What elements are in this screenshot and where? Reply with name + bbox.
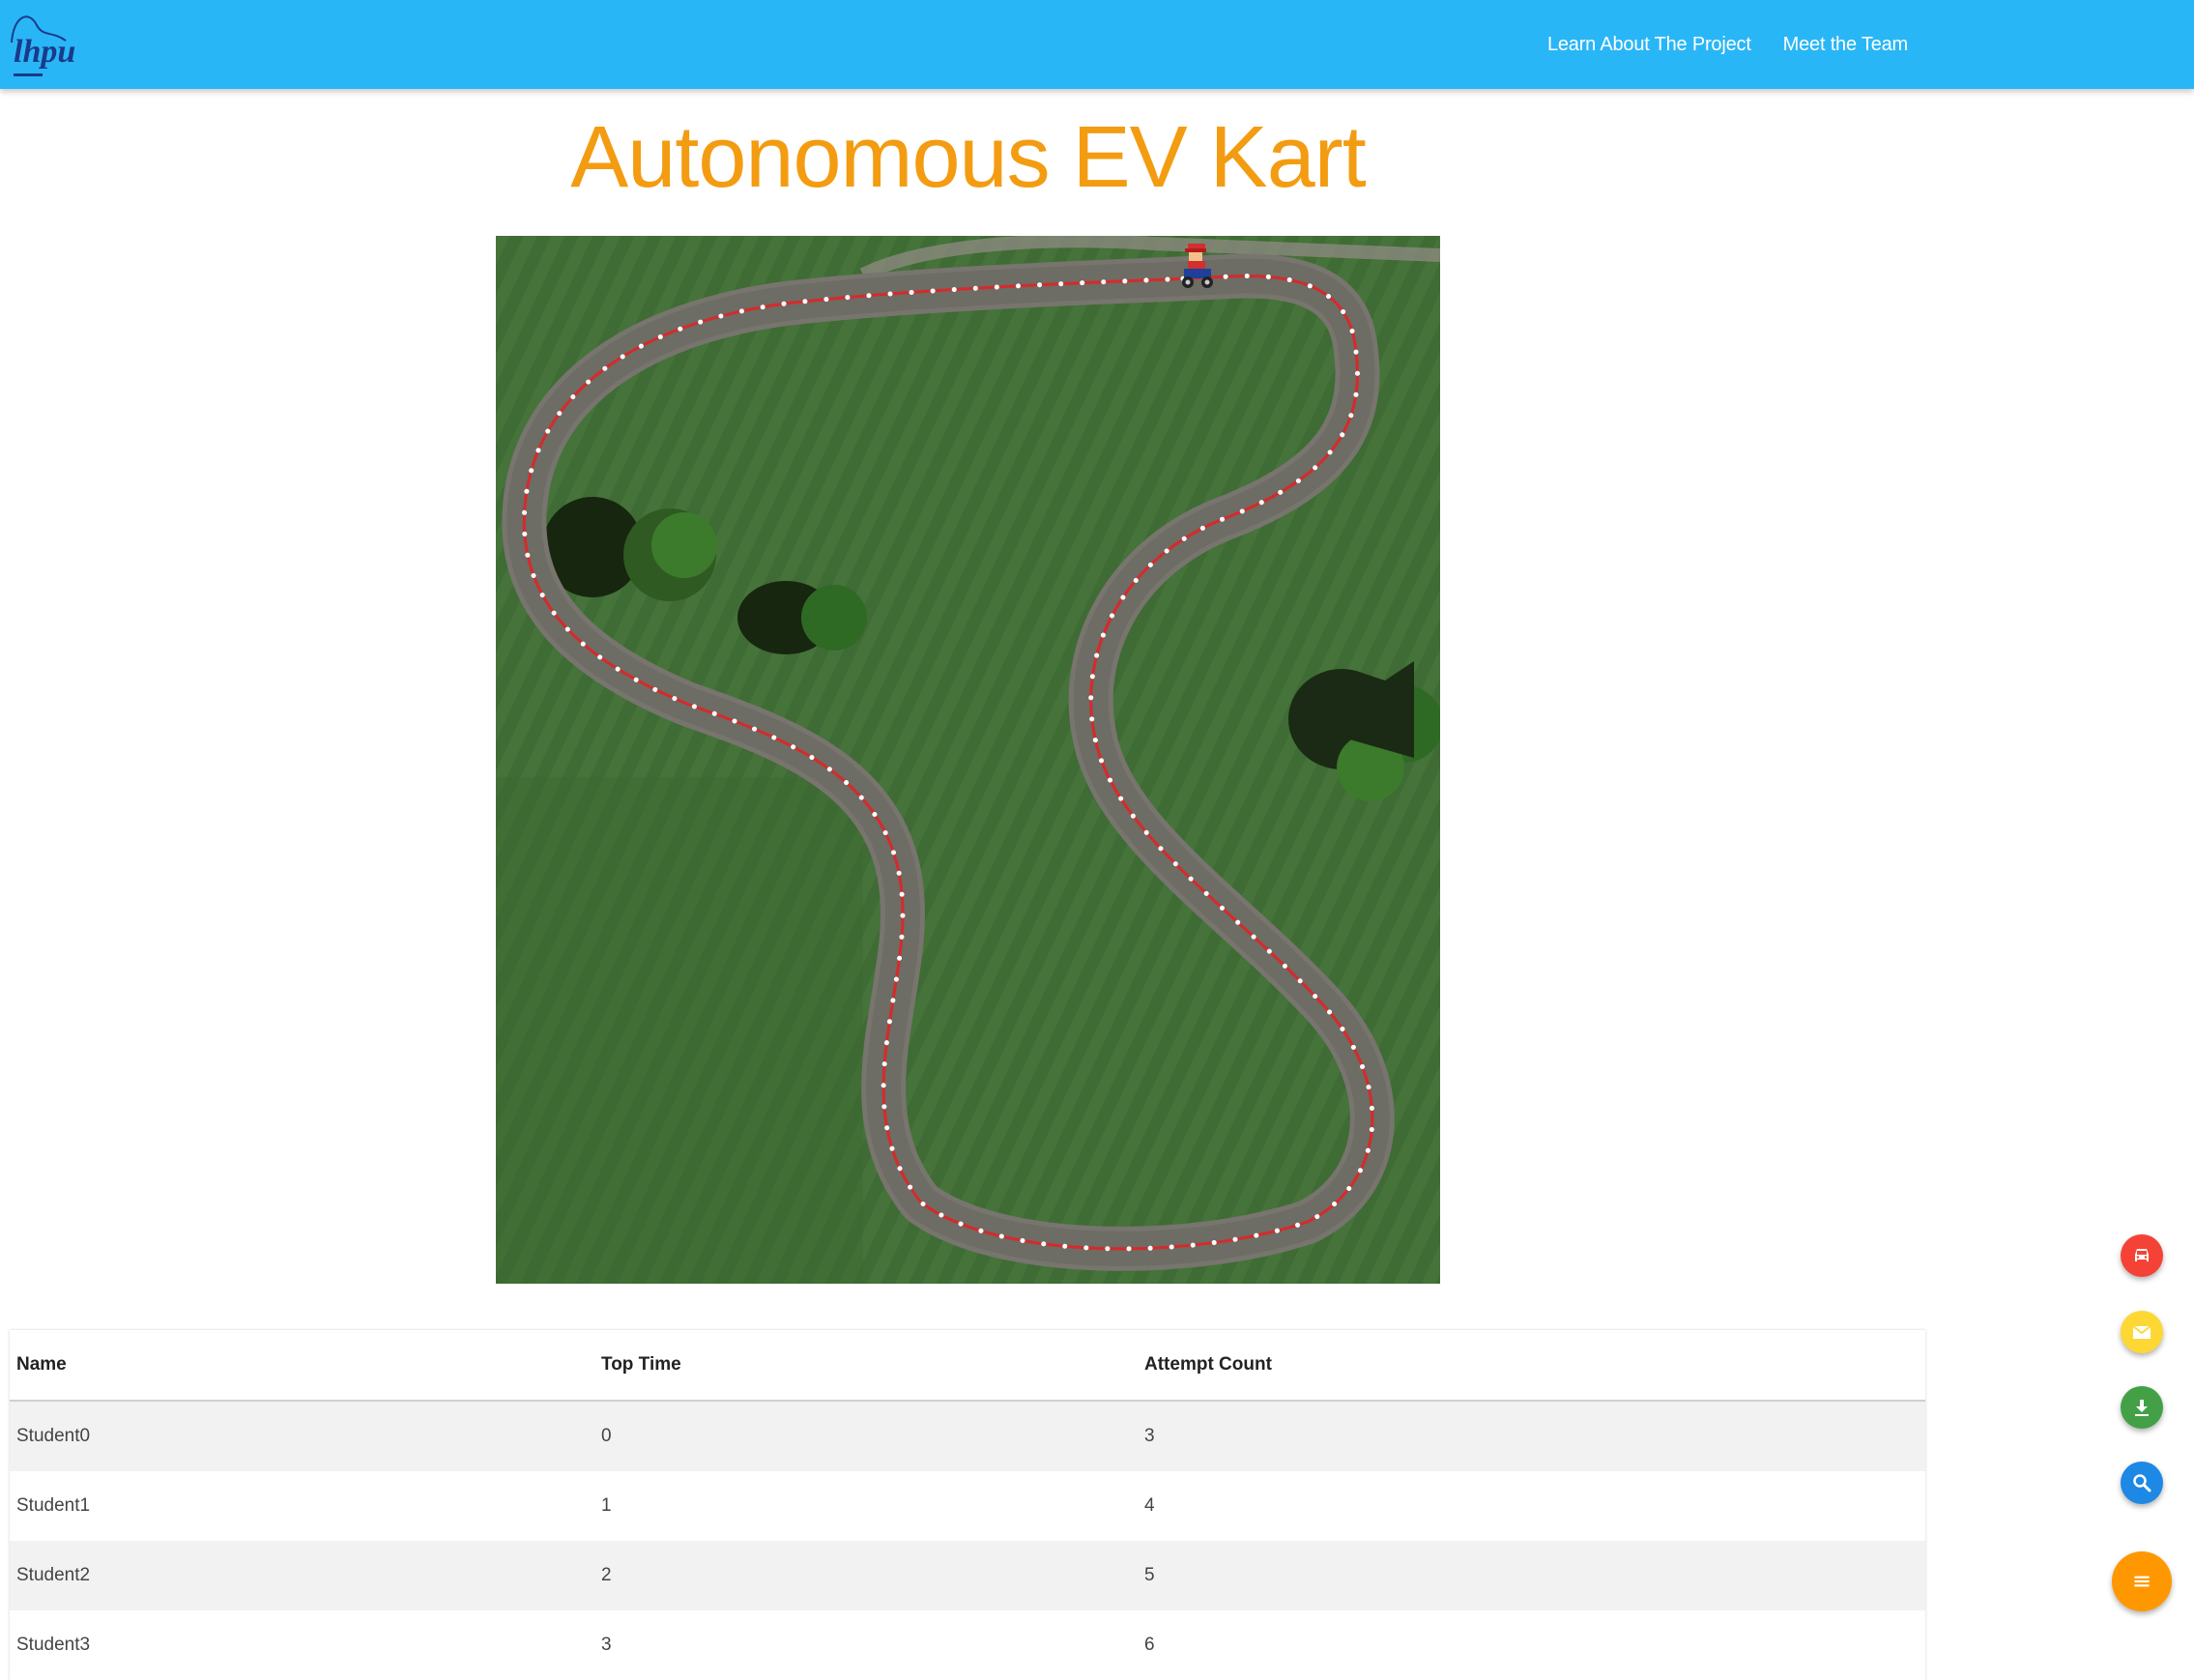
page-title: Autonomous EV Kart (570, 109, 1366, 206)
column-header-top-time[interactable]: Top Time (594, 1330, 1138, 1402)
main-menu-fab-button[interactable] (2112, 1551, 2172, 1611)
search-icon (2133, 1474, 2151, 1492)
mail-icon (2132, 1325, 2151, 1339)
download-fab-button[interactable] (2121, 1386, 2163, 1429)
top-navbar: lhpu Learn About The Project Meet the Te… (0, 0, 2194, 89)
cell-top-time: 0 (601, 1426, 612, 1446)
track-map (496, 236, 1440, 1284)
tree-cluster-middle (737, 581, 867, 654)
mail-fab-button[interactable] (2121, 1311, 2163, 1353)
car-icon (2135, 1249, 2149, 1261)
nav-links: Learn About The Project Meet the Team (1516, 0, 1908, 89)
cell-name: Student3 (16, 1635, 91, 1655)
column-header-name[interactable]: Name (10, 1330, 594, 1402)
logo-text: lhpu (14, 34, 75, 70)
cell-attempt-count: 5 (1144, 1565, 1155, 1585)
cell-attempt-count: 6 (1144, 1635, 1155, 1655)
cell-name: Student1 (16, 1495, 91, 1516)
cell-name: Student0 (16, 1426, 91, 1446)
car-fab-button[interactable] (2121, 1234, 2163, 1277)
cell-attempt-count: 4 (1144, 1495, 1155, 1516)
search-fab-button[interactable] (2121, 1462, 2163, 1504)
table-row: Student3 3 6 (10, 1610, 1925, 1680)
leaderboard-table: Name Top Time Attempt Count Student0 0 3… (10, 1330, 1925, 1680)
nav-link-learn-about-project[interactable]: Learn About The Project (1547, 34, 1751, 56)
cell-attempt-count: 3 (1144, 1426, 1155, 1446)
cell-name: Student2 (16, 1565, 91, 1585)
university-logo[interactable]: lhpu (8, 6, 91, 83)
menu-icon (2134, 1576, 2150, 1587)
table-row: Student1 1 4 (10, 1471, 1925, 1541)
table-header-row: Name Top Time Attempt Count (10, 1330, 1925, 1402)
cell-top-time: 2 (601, 1565, 612, 1585)
download-icon (2135, 1400, 2149, 1416)
column-header-attempt-count[interactable]: Attempt Count (1138, 1330, 1925, 1402)
table-row: Student2 2 5 (10, 1541, 1925, 1610)
cell-top-time: 3 (601, 1635, 612, 1655)
nav-link-meet-the-team[interactable]: Meet the Team (1783, 34, 1909, 56)
table-row: Student0 0 3 (10, 1401, 1925, 1471)
cell-top-time: 1 (601, 1495, 612, 1516)
